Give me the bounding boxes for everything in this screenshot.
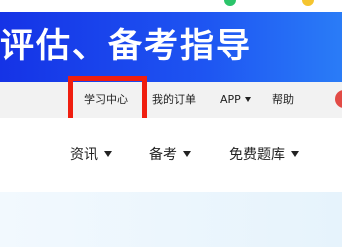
promo-banner[interactable]: 评估、备考指导 xyxy=(0,12,342,82)
caret-down-icon xyxy=(291,151,299,157)
top-nav-bar: 学习中心 我的订单 APP 帮助 xyxy=(0,82,342,119)
hero-section xyxy=(0,192,342,247)
main-nav-bar: 资讯 备考 免费题库 xyxy=(0,118,342,192)
topnav-app[interactable]: APP xyxy=(220,92,251,108)
status-dot-green xyxy=(224,0,236,6)
topnav-app-label: APP xyxy=(220,93,241,106)
banner-title: 评估、备考指导 xyxy=(0,26,252,66)
mainnav-prep[interactable]: 备考 xyxy=(149,145,191,165)
caret-down-icon xyxy=(183,151,191,157)
topnav-my-orders[interactable]: 我的订单 xyxy=(152,92,196,108)
mainnav-free-questions[interactable]: 免费题库 xyxy=(229,145,299,165)
caret-down-icon xyxy=(244,96,251,102)
highlight-box xyxy=(68,76,147,124)
mainnav-news-label: 资讯 xyxy=(70,147,98,163)
mainnav-news[interactable]: 资讯 xyxy=(70,145,112,165)
topnav-my-orders-label: 我的订单 xyxy=(152,93,196,106)
mainnav-free-questions-label: 免费题库 xyxy=(229,147,285,163)
status-dot-yellow xyxy=(302,0,314,6)
caret-down-icon xyxy=(104,151,112,157)
topnav-help-label: 帮助 xyxy=(272,93,294,106)
topnav-help[interactable]: 帮助 xyxy=(272,92,294,108)
browser-top-strip xyxy=(0,0,342,12)
mainnav-prep-label: 备考 xyxy=(149,147,177,163)
